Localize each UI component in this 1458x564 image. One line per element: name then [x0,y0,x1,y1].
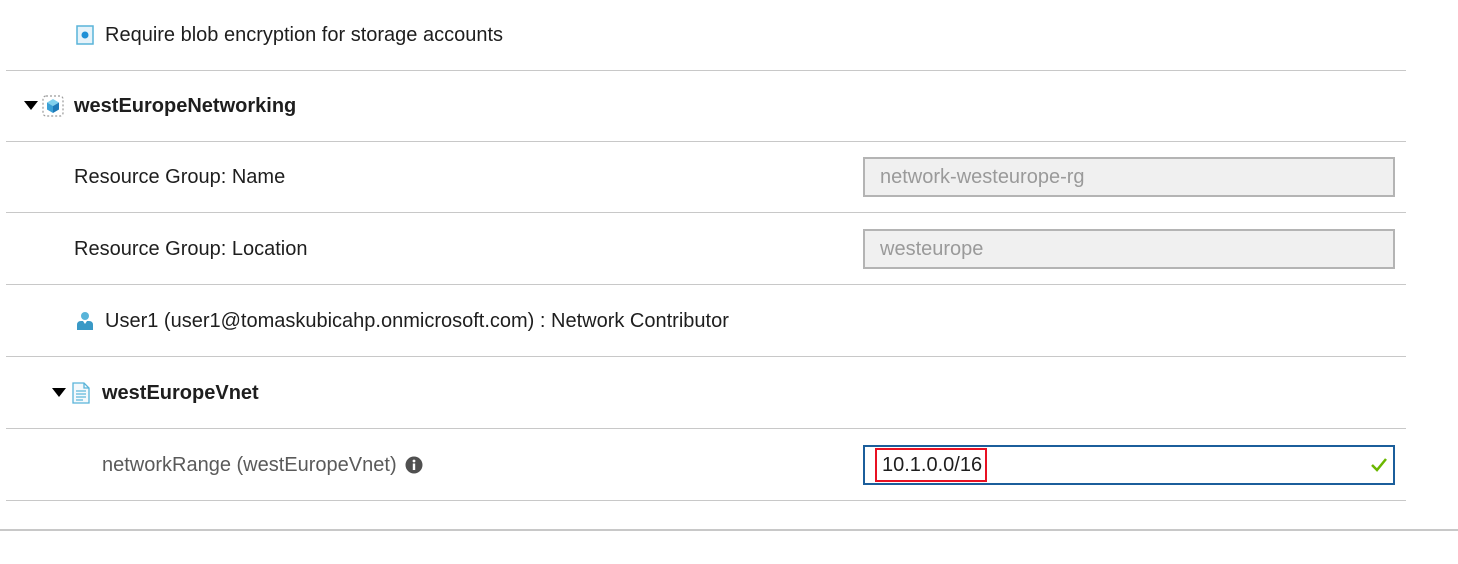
expand-caret-icon[interactable] [52,386,66,400]
resource-group-icon [42,95,64,117]
resource-group-title: westEuropeNetworking [74,94,297,117]
info-icon[interactable] [405,456,423,474]
role-assignment-row: User1 (user1@tomaskubicahp.onmicrosoft.c… [6,286,1406,357]
template-icon [70,382,92,404]
vnet-title: westEuropeVnet [102,381,259,404]
rg-name-label: Resource Group: Name [74,165,286,188]
checkmark-icon [1369,455,1389,475]
network-range-value: 10.1.0.0/16 [882,453,983,476]
rg-location-label: Resource Group: Location [74,237,308,260]
vnet-row[interactable]: westEuropeVnet [6,358,1406,429]
rg-name-field[interactable]: network-westeurope-rg [863,157,1395,197]
section-divider [0,529,1458,531]
network-range-label: networkRange (westEuropeVnet) [102,453,397,476]
rg-name-value: network-westeurope-rg [880,165,1085,188]
user-icon [74,310,96,332]
policy-row: Require blob encryption for storage acco… [6,0,1406,71]
network-range-input[interactable]: 10.1.0.0/16 [863,445,1395,485]
rg-name-row: Resource Group: Name network-westeurope-… [6,142,1406,213]
rg-location-value: westeurope [880,237,984,260]
policy-icon [74,24,96,46]
network-range-row: networkRange (westEuropeVnet) 10.1.0.0/1… [6,430,1406,501]
role-assignment-label: User1 (user1@tomaskubicahp.onmicrosoft.c… [105,309,729,332]
policy-label: Require blob encryption for storage acco… [105,23,504,46]
expand-caret-icon[interactable] [24,99,38,113]
rg-location-row: Resource Group: Location westeurope [6,214,1406,285]
resource-group-row[interactable]: westEuropeNetworking [6,71,1406,142]
highlighted-value-box: 10.1.0.0/16 [875,448,987,482]
deployment-parameters-panel: Require blob encryption for storage acco… [0,0,1458,564]
rg-location-field[interactable]: westeurope [863,229,1395,269]
